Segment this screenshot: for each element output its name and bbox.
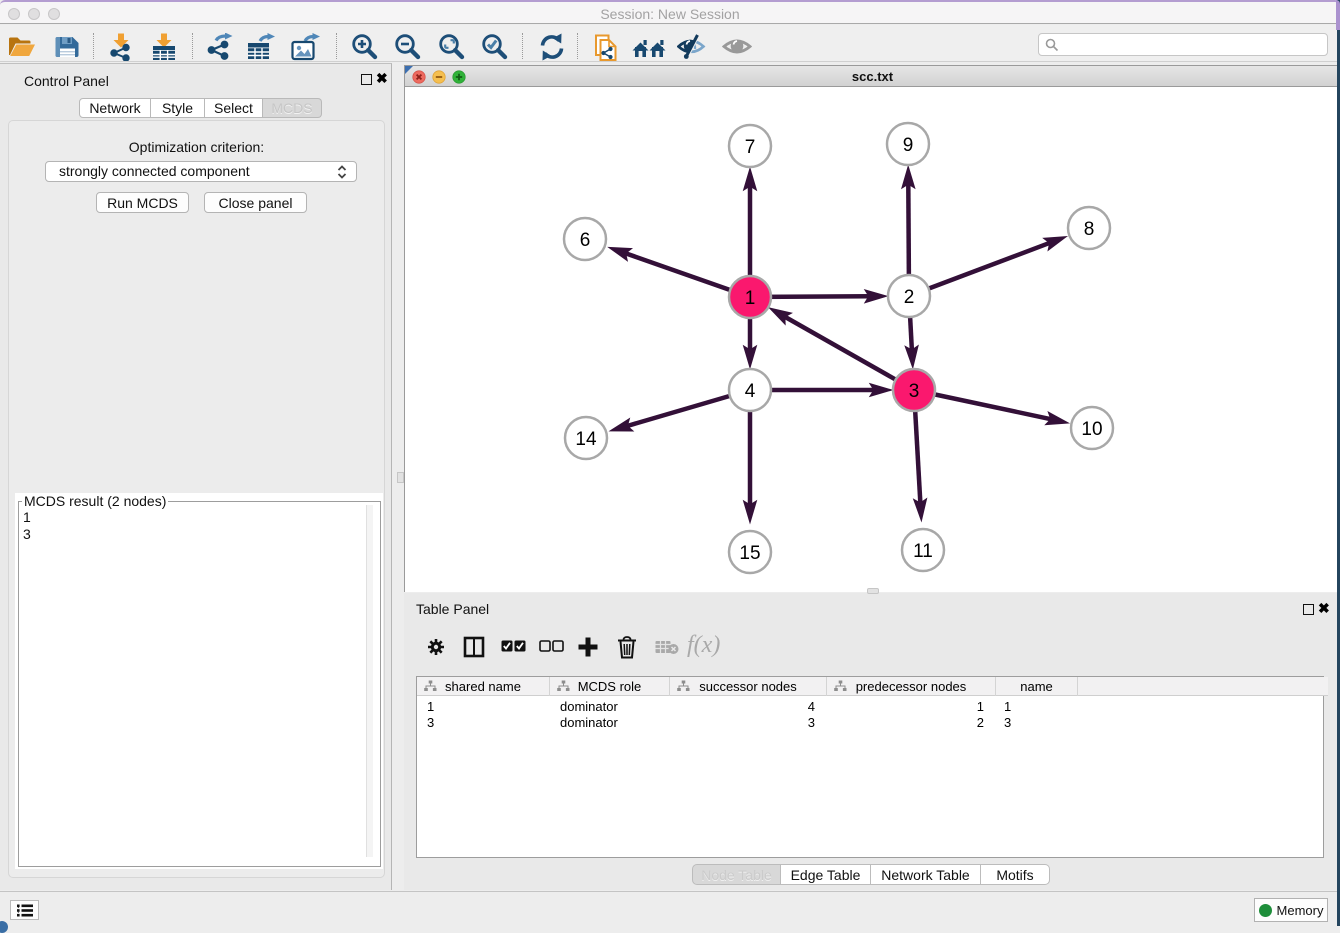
svg-text:1: 1 bbox=[745, 288, 756, 309]
svg-text:7: 7 bbox=[745, 137, 756, 158]
svg-text:6: 6 bbox=[580, 230, 591, 251]
svg-text:8: 8 bbox=[1084, 219, 1095, 240]
svg-text:3: 3 bbox=[909, 381, 920, 402]
svg-text:14: 14 bbox=[575, 429, 597, 450]
svg-text:10: 10 bbox=[1081, 419, 1102, 440]
svg-text:2: 2 bbox=[904, 287, 915, 308]
svg-text:4: 4 bbox=[745, 381, 756, 402]
svg-text:15: 15 bbox=[739, 543, 760, 564]
svg-text:11: 11 bbox=[913, 541, 933, 562]
svg-text:9: 9 bbox=[903, 135, 914, 156]
